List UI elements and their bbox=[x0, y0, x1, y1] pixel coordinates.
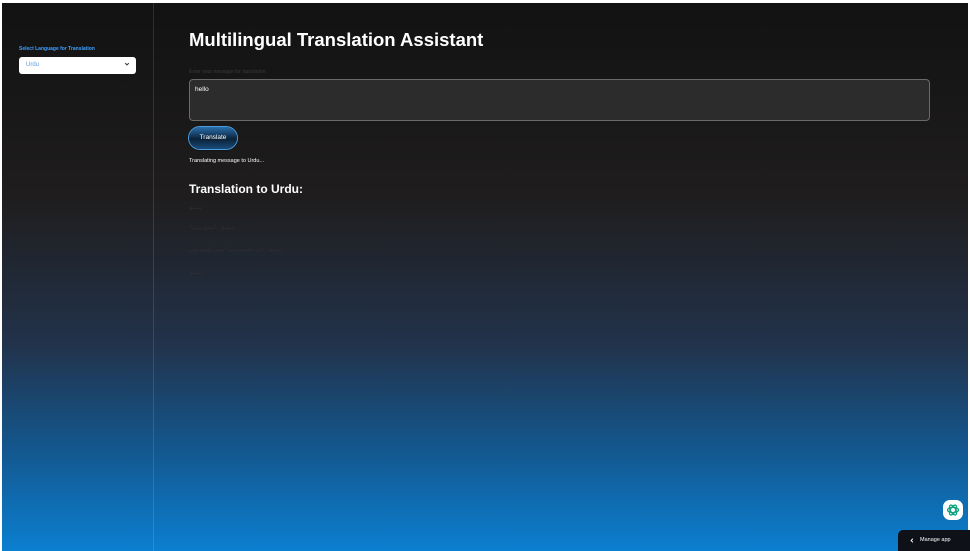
main-content: Multilingual Translation Assistant Enter… bbox=[153, 3, 968, 551]
translate-button[interactable]: Translate bbox=[189, 127, 237, 149]
translation-heading: Translation to Urdu: bbox=[189, 182, 303, 196]
language-select-value: Urdu bbox=[26, 62, 40, 68]
chevron-left-icon bbox=[910, 538, 914, 543]
translation-line: ہیلو bbox=[189, 205, 202, 211]
manage-app-button[interactable]: Manage app bbox=[898, 530, 970, 551]
sidebar: Select Language for Translation Urdu bbox=[2, 3, 154, 551]
page-title: Multilingual Translation Assistant bbox=[189, 29, 484, 50]
message-input-value: hello bbox=[195, 86, 209, 93]
message-input-label: Enter your message for translation: bbox=[189, 69, 267, 75]
translation-line: ہیلو bbox=[189, 270, 202, 276]
translation-line: ہیلو، کیسے ہیں؟ bbox=[189, 225, 234, 231]
message-input[interactable]: hello bbox=[189, 79, 930, 121]
manage-app-label: Manage app bbox=[920, 537, 951, 543]
translation-line: ہیلو، آپ کیسے ہیں؟ میں ٹھیک ہوں bbox=[189, 247, 282, 253]
app-window: Select Language for Translation Urdu Mul… bbox=[2, 3, 968, 551]
language-select[interactable]: Urdu bbox=[19, 57, 136, 74]
openai-logo-icon[interactable] bbox=[943, 500, 963, 520]
chevron-down-icon bbox=[124, 62, 130, 66]
language-select-label: Select Language for Translation bbox=[19, 46, 95, 52]
status-message: Translating message to Urdu... bbox=[189, 158, 264, 164]
